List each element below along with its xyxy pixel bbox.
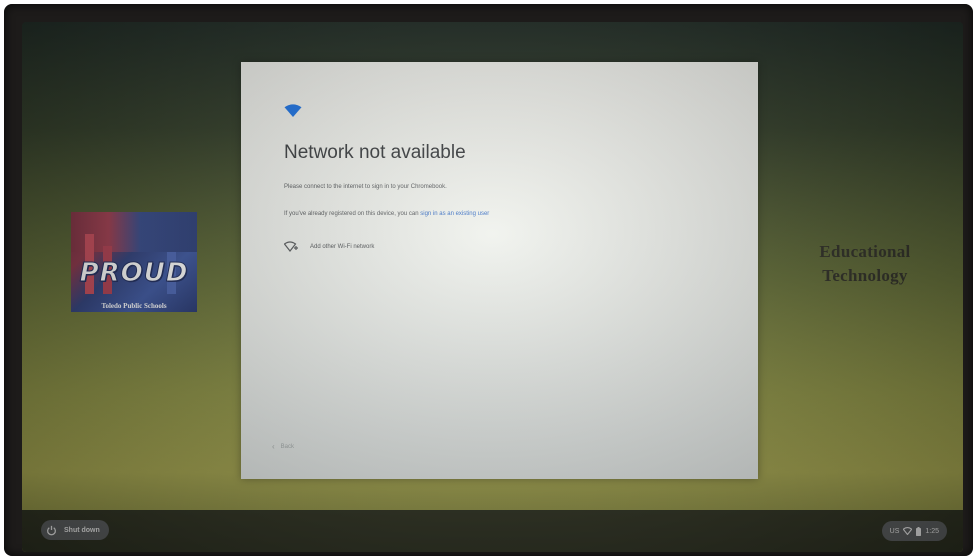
proud-logo: PROUD Toledo Public Schools: [71, 212, 197, 312]
add-wifi-network-button[interactable]: Add other Wi-Fi network: [284, 238, 374, 256]
shutdown-button[interactable]: Shut down: [41, 520, 109, 540]
status-tray[interactable]: US 1:25: [881, 521, 947, 541]
wifi-add-icon: [284, 241, 298, 252]
wifi-icon: [284, 104, 302, 117]
wallpaper-side-text: Educational Technology: [795, 240, 935, 288]
side-text-line-1: Educational: [819, 242, 911, 261]
side-text-line-2: Technology: [822, 266, 908, 285]
dialog-message: Please connect to the internet to sign i…: [284, 184, 447, 190]
monitor-bezel: PROUD Toledo Public Schools Educational …: [4, 4, 973, 556]
sign-in-existing-user-link[interactable]: sign in as an existing user: [420, 211, 489, 217]
battery-icon: [916, 526, 922, 536]
photo-frame: PROUD Toledo Public Schools Educational …: [0, 0, 977, 560]
dialog-title: Network not available: [284, 142, 466, 163]
wifi-status-icon: [903, 527, 913, 535]
shutdown-label: Shut down: [64, 526, 100, 534]
add-wifi-label: Add other Wi-Fi network: [310, 244, 375, 250]
chromeos-screen: PROUD Toledo Public Schools Educational …: [22, 22, 963, 552]
back-label: Back: [280, 443, 295, 450]
power-icon: [47, 525, 56, 535]
chevron-left-icon: ‹: [272, 442, 275, 451]
shelf: Shut down US 1:25: [22, 510, 963, 552]
registered-message: If you've already registered on this dev…: [284, 211, 489, 217]
tray-time: 1:25: [925, 527, 939, 535]
network-dialog: Network not available Please connect to …: [241, 62, 758, 479]
tray-language: US: [889, 527, 900, 535]
registered-prefix: If you've already registered on this dev…: [284, 211, 421, 217]
back-button[interactable]: ‹ Back: [272, 442, 294, 451]
logo-word: PROUD: [79, 258, 189, 289]
logo-subtitle: Toledo Public Schools: [101, 302, 167, 310]
